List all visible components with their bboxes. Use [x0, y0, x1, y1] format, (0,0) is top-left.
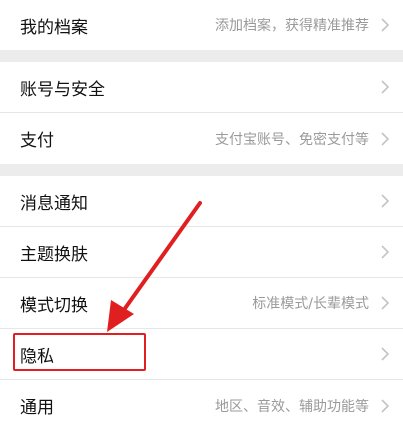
settings-item-subtitle: 添加档案，获得精准推荐	[215, 18, 369, 34]
settings-item-label: 主题换肤	[20, 244, 88, 265]
chevron-right-icon	[380, 398, 390, 413]
chevron-right-icon	[380, 245, 390, 259]
settings-item-notifications[interactable]: 消息通知	[0, 176, 403, 227]
settings-item-subtitle: 支付宝账号、免密支付等	[215, 131, 369, 148]
chevron-right-icon	[380, 194, 390, 208]
settings-item-label: 消息通知	[20, 193, 88, 214]
settings-item-label: 隐私	[20, 346, 54, 367]
settings-item-subtitle: 标准模式/长辈模式	[252, 296, 369, 312]
settings-item-label: 支付	[20, 131, 54, 151]
settings-group-profile: 我的档案 添加档案，获得精准推荐	[0, 0, 403, 50]
settings-group-account: 账号与安全 支付 支付宝账号、免密支付等	[0, 62, 403, 164]
chevron-right-icon	[380, 296, 390, 310]
settings-item-label: 模式切换	[20, 295, 88, 316]
settings-item-label: 我的档案	[20, 17, 88, 38]
section-divider	[0, 50, 403, 62]
settings-group-general: 消息通知 主题换肤 模式切换 标准模式/长辈模式 隐私 通用 地区、音效、辅助功…	[0, 176, 403, 431]
settings-item-general[interactable]: 通用 地区、音效、辅助功能等	[0, 380, 403, 431]
chevron-right-icon	[380, 18, 390, 32]
settings-item-privacy[interactable]: 隐私	[0, 329, 403, 380]
settings-item-my-profile[interactable]: 我的档案 添加档案，获得精准推荐	[0, 0, 403, 50]
chevron-right-icon	[380, 131, 390, 146]
chevron-right-icon	[380, 80, 390, 94]
settings-item-mode-switch[interactable]: 模式切换 标准模式/长辈模式	[0, 278, 403, 329]
settings-item-label: 通用	[20, 398, 54, 418]
section-divider	[0, 164, 403, 176]
settings-item-payment[interactable]: 支付 支付宝账号、免密支付等	[0, 113, 403, 164]
settings-item-label: 账号与安全	[20, 79, 105, 100]
settings-item-theme[interactable]: 主题换肤	[0, 227, 403, 278]
settings-item-subtitle: 地区、音效、辅助功能等	[215, 398, 369, 415]
chevron-right-icon	[380, 347, 390, 361]
settings-item-account-security[interactable]: 账号与安全	[0, 62, 403, 113]
